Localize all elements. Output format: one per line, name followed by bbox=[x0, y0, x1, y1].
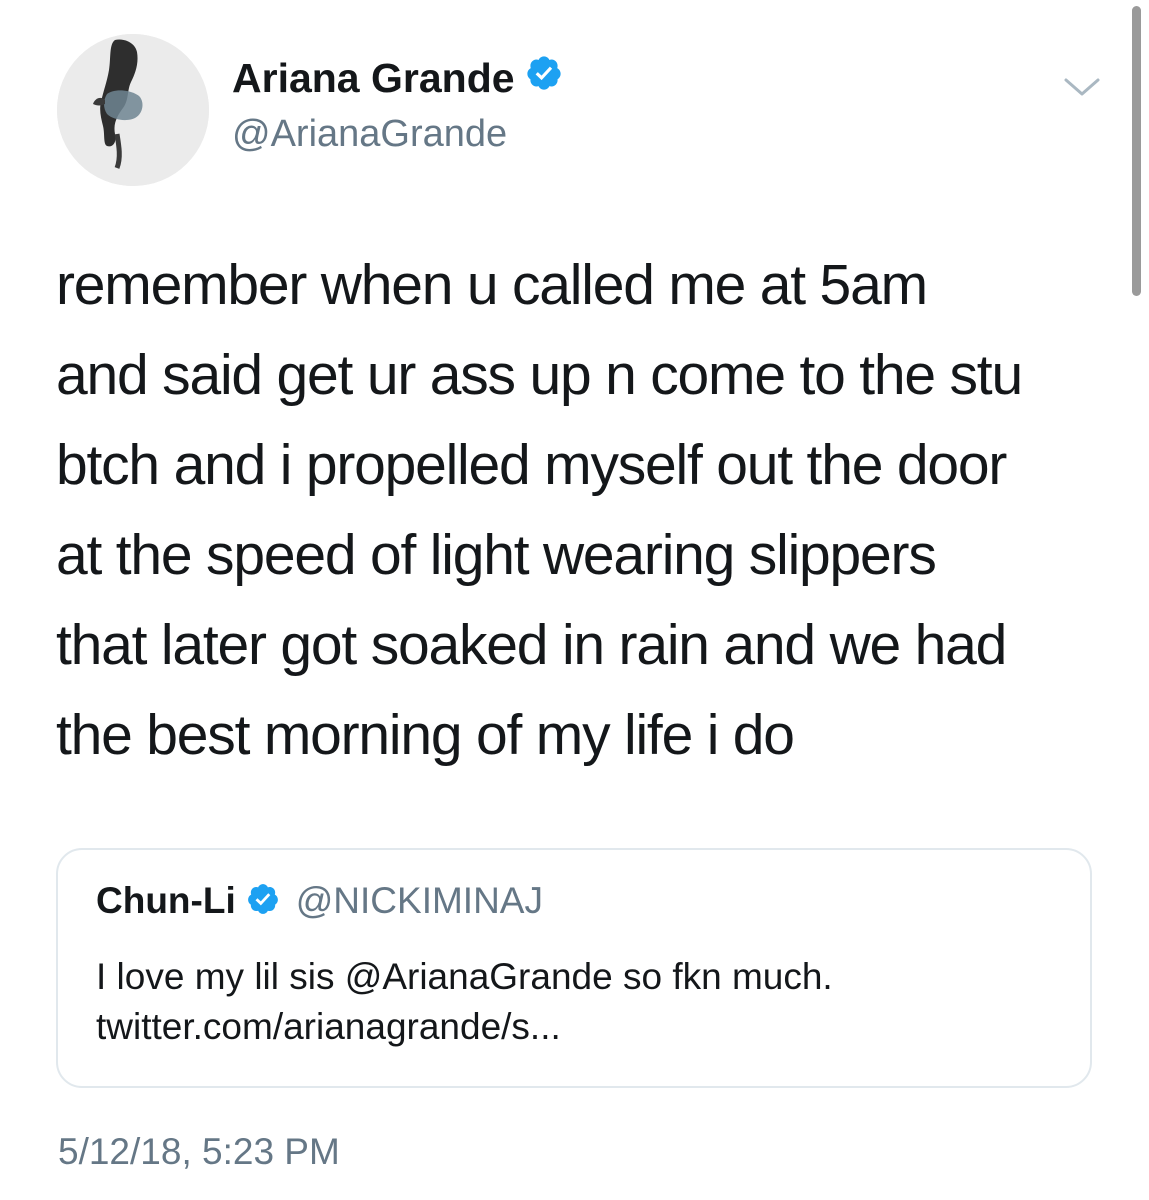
scrollbar[interactable] bbox=[1132, 6, 1141, 296]
author-display-name[interactable]: Ariana Grande bbox=[232, 52, 563, 104]
tweet-text-line: the best morning of my life i do bbox=[56, 703, 795, 767]
avatar[interactable] bbox=[57, 34, 209, 186]
tweet-text-line: at the speed of light wearing slippers bbox=[56, 523, 937, 587]
quoted-tweet-link[interactable]: twitter.com/arianagrande/s... bbox=[96, 1002, 1056, 1052]
author-name-text: Ariana Grande bbox=[232, 55, 515, 101]
author-handle[interactable]: @ArianaGrande bbox=[232, 110, 507, 158]
tweet-text-line: that later got soaked in rain and we had bbox=[56, 613, 1007, 677]
chevron-down-icon[interactable] bbox=[1062, 72, 1102, 102]
tweet-text-line: and said get ur ass up n come to the stu bbox=[56, 343, 1023, 407]
tweet-timestamp[interactable]: 5/12/18, 5:23 PM bbox=[58, 1128, 340, 1176]
quoted-tweet-text: I love my lil sis @ArianaGrande so fkn m… bbox=[96, 952, 1056, 1052]
quoted-tweet-card[interactable]: Chun-Li @NICKIMINAJ I love my lil sis @A… bbox=[56, 848, 1092, 1088]
tweet-text-line: remember when u called me at 5am bbox=[56, 253, 928, 317]
quoted-tweet-text-line: I love my lil sis @ArianaGrande so fkn m… bbox=[96, 956, 833, 997]
tweet-text: remember when u called me at 5am and sai… bbox=[56, 240, 1116, 780]
verified-badge-icon bbox=[525, 52, 563, 104]
tweet-text-line: btch and i propelled myself out the door bbox=[56, 433, 1007, 497]
quoted-author-handle: @NICKIMINAJ bbox=[295, 880, 543, 921]
avatar-image bbox=[57, 34, 209, 186]
quoted-author-name: Chun-Li bbox=[96, 880, 236, 921]
quoted-tweet-header: Chun-Li @NICKIMINAJ bbox=[96, 880, 543, 922]
verified-badge-icon bbox=[246, 882, 280, 921]
